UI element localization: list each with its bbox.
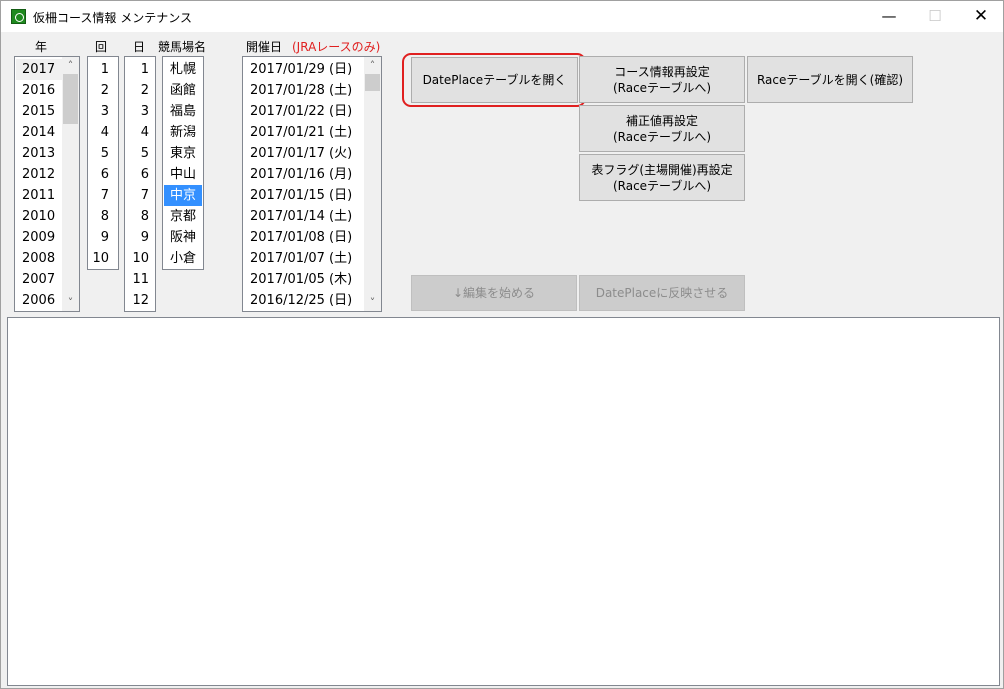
main-window: 仮柵コース情報 メンテナンス — ☐ ✕ 年 回 日 競馬場名 開催日 (JRA… xyxy=(0,0,1004,689)
kai-item[interactable]: 5 xyxy=(88,143,118,164)
kai-item[interactable]: 10 xyxy=(88,248,118,269)
day-item[interactable]: 3 xyxy=(125,101,155,122)
year-item[interactable]: 2008 xyxy=(16,248,62,269)
date-item[interactable]: 2017/01/08 (日) xyxy=(243,227,365,248)
date-item[interactable]: 2017/01/05 (木) xyxy=(243,269,365,290)
venue-label: 競馬場名 xyxy=(158,40,207,54)
venue-item[interactable]: 新潟 xyxy=(164,122,202,143)
date-item[interactable]: 2017/01/16 (月) xyxy=(243,164,365,185)
day-item[interactable]: 7 xyxy=(125,185,155,206)
day-item[interactable]: 12 xyxy=(125,290,155,311)
date-item[interactable]: 2017/01/21 (土) xyxy=(243,122,365,143)
kai-item[interactable]: 4 xyxy=(88,122,118,143)
day-item[interactable]: 5 xyxy=(125,143,155,164)
course-reset-label-2: (Raceテーブルへ) xyxy=(612,80,712,95)
year-label: 年 xyxy=(35,40,48,54)
kai-label: 回 xyxy=(95,40,108,54)
scroll-thumb[interactable] xyxy=(365,74,380,91)
correction-reset-button[interactable]: 補正値再設定 (Raceテーブルへ) xyxy=(579,105,745,152)
venue-item[interactable]: 福島 xyxy=(164,101,202,122)
date-item[interactable]: 2017/01/22 (日) xyxy=(243,101,365,122)
year-item[interactable]: 2016 xyxy=(16,80,62,101)
day-listbox[interactable]: 12 11 10 9 8 7 6 5 4 3 2 1 xyxy=(124,56,156,312)
day-item[interactable]: 10 xyxy=(125,248,155,269)
scroll-thumb[interactable] xyxy=(63,74,78,124)
date-label: 開催日 xyxy=(246,40,283,54)
scroll-down-icon[interactable]: ˅ xyxy=(62,294,79,311)
scroll-up-icon[interactable]: ˄ xyxy=(364,57,381,74)
day-item[interactable]: 6 xyxy=(125,164,155,185)
close-button[interactable]: ✕ xyxy=(958,1,1004,32)
date-scrollbar[interactable]: ˄ ˅ xyxy=(364,57,381,311)
day-item[interactable]: 1 xyxy=(125,59,155,80)
kai-item[interactable]: 3 xyxy=(88,101,118,122)
year-item[interactable]: 2017 xyxy=(16,59,62,80)
start-edit-label: ↓編集を始める xyxy=(452,286,536,300)
apply-dateplace-button[interactable]: DatePlaceに反映させる xyxy=(579,275,745,311)
open-race-button[interactable]: Raceテーブルを開く(確認) xyxy=(747,56,913,103)
kai-item[interactable]: 6 xyxy=(88,164,118,185)
venue-item[interactable]: 中山 xyxy=(164,164,202,185)
year-item[interactable]: 2010 xyxy=(16,206,62,227)
year-item[interactable]: 2013 xyxy=(16,143,62,164)
year-item[interactable]: 2015 xyxy=(16,101,62,122)
maximize-button[interactable]: ☐ xyxy=(912,1,958,32)
venue-listbox[interactable]: 小倉 阪神 京都 中京 中山 東京 新潟 福島 函館 札幌 xyxy=(162,56,204,270)
kai-item[interactable]: 7 xyxy=(88,185,118,206)
date-item[interactable]: 2017/01/28 (土) xyxy=(243,80,365,101)
date-item[interactable]: 2017/01/15 (日) xyxy=(243,185,365,206)
correction-label-2: (Raceテーブルへ) xyxy=(612,129,712,144)
kai-item[interactable]: 9 xyxy=(88,227,118,248)
year-item[interactable]: 2012 xyxy=(16,164,62,185)
date-note-label: (JRAレースのみ) xyxy=(292,40,381,54)
kai-item[interactable]: 2 xyxy=(88,80,118,101)
venue-item[interactable]: 東京 xyxy=(164,143,202,164)
date-item[interactable]: 2017/01/07 (土) xyxy=(243,248,365,269)
year-item[interactable]: 2006 xyxy=(16,290,62,311)
date-item[interactable]: 2016/12/25 (日) xyxy=(243,290,365,311)
day-item[interactable]: 2 xyxy=(125,80,155,101)
venue-item[interactable]: 札幌 xyxy=(164,59,202,80)
title-bar[interactable]: 仮柵コース情報 メンテナンス — ☐ ✕ xyxy=(1,1,1003,32)
year-item[interactable]: 2014 xyxy=(16,122,62,143)
minimize-button[interactable]: — xyxy=(866,1,912,32)
correction-label-1: 補正値再設定 xyxy=(625,113,698,128)
flag-label-2: (Raceテーブルへ) xyxy=(612,178,712,193)
year-scrollbar[interactable]: ˄ ˅ xyxy=(62,57,79,311)
course-reset-button[interactable]: コース情報再設定 (Raceテーブルへ) xyxy=(579,56,745,103)
output-textarea[interactable] xyxy=(7,317,1000,686)
venue-item[interactable]: 中京 xyxy=(164,185,202,206)
date-listbox[interactable]: 2016/12/25 (日) 2017/01/05 (木) 2017/01/07 (… xyxy=(242,56,382,312)
course-reset-label-1: コース情報再設定 xyxy=(614,64,710,79)
day-item[interactable]: 11 xyxy=(125,269,155,290)
scroll-down-icon[interactable]: ˅ xyxy=(364,294,381,311)
venue-item[interactable]: 小倉 xyxy=(164,248,202,269)
venue-item[interactable]: 阪神 xyxy=(164,227,202,248)
year-listbox[interactable]: 2006 2007 2008 2009 2010 2011 2012 2013 2014 2015… xyxy=(14,56,80,312)
flag-label-1: 表フラグ(主場開催)再設定 xyxy=(591,162,733,177)
date-item[interactable]: 2017/01/14 (土) xyxy=(243,206,365,227)
kai-listbox[interactable]: 10 9 8 7 6 5 4 3 2 1 xyxy=(87,56,119,270)
open-race-label: Raceテーブルを開く(確認) xyxy=(756,72,904,87)
venue-item[interactable]: 函館 xyxy=(164,80,202,101)
start-edit-button[interactable]: ↓編集を始める xyxy=(411,275,577,311)
apply-dateplace-label: DatePlaceに反映させる xyxy=(595,286,729,300)
day-item[interactable]: 9 xyxy=(125,227,155,248)
venue-item[interactable]: 京都 xyxy=(164,206,202,227)
day-item[interactable]: 8 xyxy=(125,206,155,227)
scroll-up-icon[interactable]: ˄ xyxy=(62,57,79,74)
date-item[interactable]: 2017/01/29 (日) xyxy=(243,59,365,80)
year-item[interactable]: 2011 xyxy=(16,185,62,206)
year-item[interactable]: 2009 xyxy=(16,227,62,248)
kai-item[interactable]: 1 xyxy=(88,59,118,80)
day-item[interactable]: 4 xyxy=(125,122,155,143)
window-title: 仮柵コース情報 メンテナンス xyxy=(33,11,192,25)
year-item[interactable]: 2007 xyxy=(16,269,62,290)
date-item[interactable]: 2017/01/17 (火) xyxy=(243,143,365,164)
highlight-ring xyxy=(402,53,586,107)
kai-item[interactable]: 8 xyxy=(88,206,118,227)
day-label: 日 xyxy=(133,40,146,54)
flag-reset-button[interactable]: 表フラグ(主場開催)再設定 (Raceテーブルへ) xyxy=(579,154,745,201)
app-icon xyxy=(11,9,26,24)
